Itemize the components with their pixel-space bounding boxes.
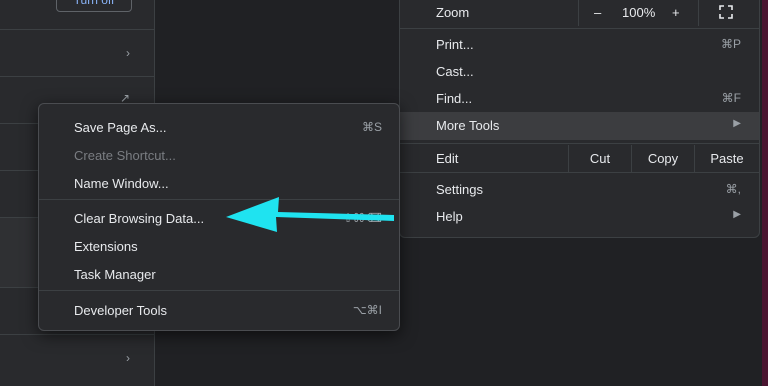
annotation-arrow-icon (226, 197, 394, 232)
